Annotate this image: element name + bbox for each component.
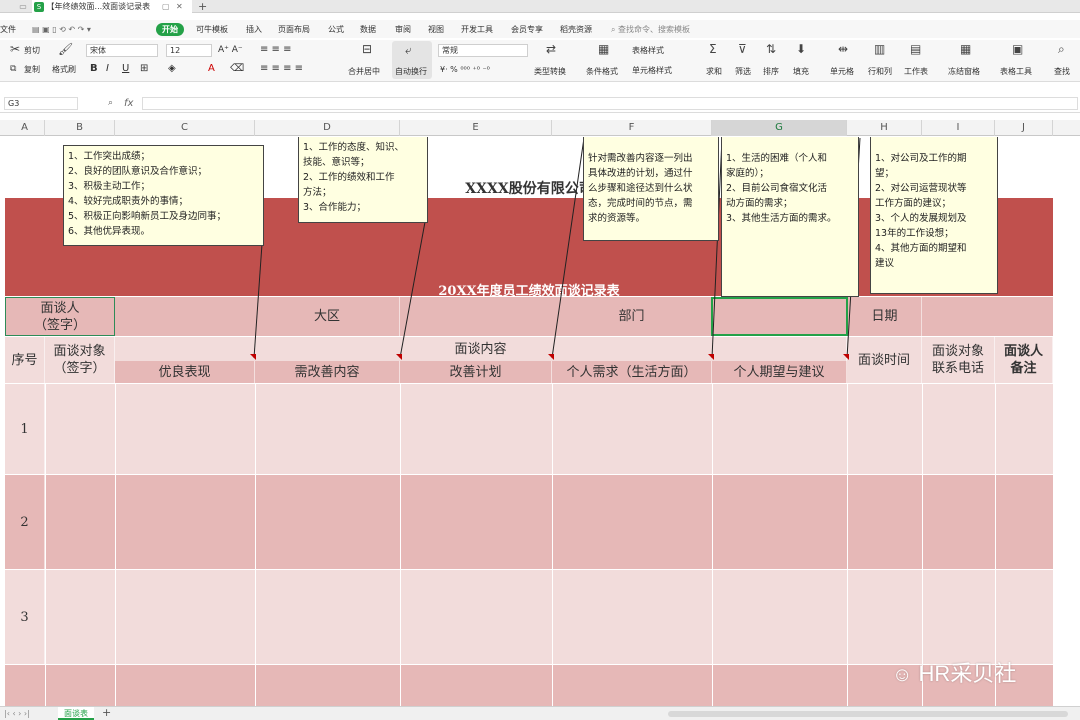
watermark-text: HR采贝社	[918, 661, 1017, 686]
comment-line: 3、个人的发展规划及	[875, 213, 967, 224]
sheet-tab-bar: |‹ ‹ › ›| 面谈表 +	[0, 706, 1080, 720]
comment-line: 么步骤和途径达到什么状	[588, 183, 693, 194]
add-sheet-icon[interactable]: +	[102, 707, 111, 718]
comment-good-performance[interactable]: 1、工作突出成绩； 2、良好的团队意识及合作意识； 3、积极主动工作； 4、较好…	[63, 145, 264, 246]
comment-line: 家庭的）；	[726, 168, 769, 179]
comment-line: 动方面的需求；	[726, 198, 793, 209]
comment-line: 方法；	[303, 187, 332, 198]
comment-line: 1、工作突出成绩；	[68, 151, 151, 162]
comment-line: 3、合作能力；	[303, 202, 367, 213]
comment-line: 建议	[875, 258, 895, 269]
sheet-tab-active[interactable]: 面谈表	[58, 707, 94, 720]
comment-line: 工作方面的建议；	[875, 198, 952, 209]
comment-line: 2、目前公司食宿文化活	[726, 183, 828, 194]
comment-need[interactable]: 1、生活的困难（个人和 家庭的）； 2、目前公司食宿文化活 动方面的需求； 3、…	[721, 137, 859, 297]
comment-line: 2、工作的绩效和工作	[303, 172, 395, 183]
comment-line: 13年的工作设想；	[875, 228, 954, 239]
horizontal-scrollbar[interactable]	[668, 711, 1068, 717]
comment-plan[interactable]: 针对需改善内容逐一列出 具体改进的计划，通过什 么步骤和途径达到什么状 态，完成…	[583, 137, 719, 241]
comment-line: 5、积极正向影响新员工及身边同事；	[68, 211, 227, 222]
comment-line: 6、其他优异表现。	[68, 226, 151, 237]
comment-connectors	[250, 137, 861, 360]
wechat-icon: ☺	[892, 664, 913, 686]
comment-line: 望；	[875, 168, 895, 179]
comment-line: 1、生活的困难（个人和	[726, 153, 828, 164]
comment-line: 技能、意识等；	[303, 157, 370, 168]
comment-improve[interactable]: 1、工作的态度、知识、 技能、意识等； 2、工作的绩效和工作 方法； 3、合作能…	[298, 137, 428, 223]
vertical-scroll-area[interactable]	[1054, 137, 1080, 706]
comment-line: 求的资源等。	[588, 213, 646, 224]
sheet-nav-icons[interactable]: |‹ ‹ › ›|	[4, 708, 30, 719]
comment-line: 2、良好的团队意识及合作意识；	[68, 166, 208, 177]
comment-line: 态，完成时间的节点，需	[588, 198, 693, 209]
comment-line: 具体改进的计划，通过什	[588, 168, 693, 179]
comment-line: 4、较好完成职责外的事情；	[68, 196, 189, 207]
comment-line: 3、其他生活方面的需求。	[726, 213, 837, 224]
comment-line: 3、积极主动工作；	[68, 181, 151, 192]
comment-line: 2、对公司运营现状等	[875, 183, 967, 194]
comment-line: 4、其他方面的期望和	[875, 243, 967, 254]
comment-line: 1、工作的态度、知识、	[303, 142, 405, 153]
comment-line: 1、对公司及工作的期	[875, 153, 967, 164]
comment-line: 针对需改善内容逐一列出	[588, 153, 693, 164]
watermark: ☺ HR采贝社	[892, 656, 1016, 688]
comment-expect[interactable]: 1、对公司及工作的期 望； 2、对公司运营现状等 工作方面的建议； 3、个人的发…	[870, 137, 998, 294]
